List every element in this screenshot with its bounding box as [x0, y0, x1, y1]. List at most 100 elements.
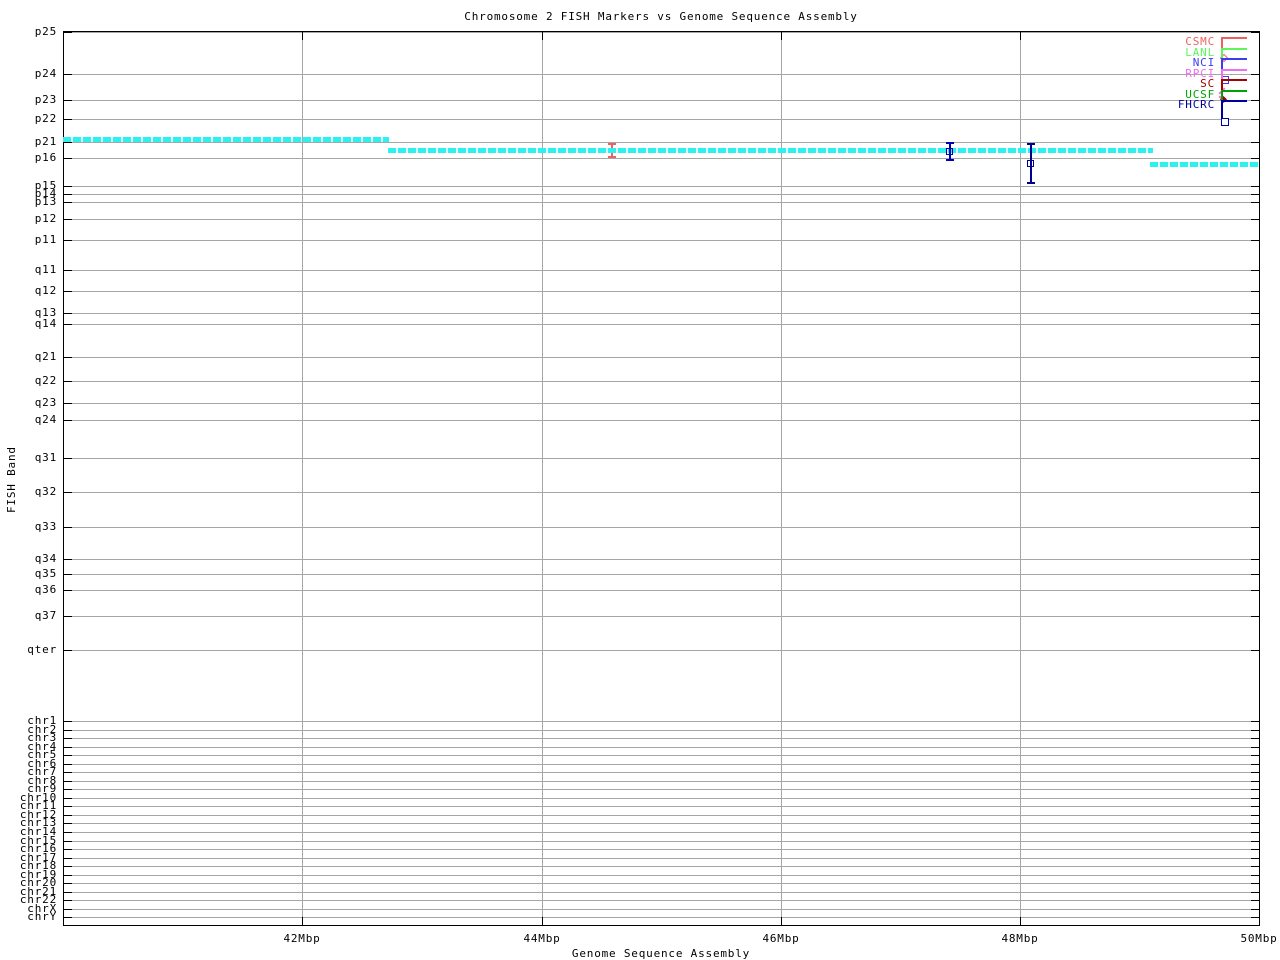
legend-sample-FHCRC [1221, 100, 1247, 126]
ytick-left-chr15 [64, 841, 72, 842]
ytick-label-p11: p11 [34, 233, 57, 246]
ytick-left-chr12 [64, 815, 72, 816]
ygridline-chr22 [64, 900, 1259, 901]
legend-line-SC [1221, 79, 1247, 81]
ygridline-p25 [64, 32, 1259, 33]
ytick-left-chr20 [64, 883, 72, 884]
ytick-right-chr12 [1251, 815, 1259, 816]
ytick-left-chr11 [64, 806, 72, 807]
ygridline-q37 [64, 616, 1259, 617]
xtick-top-50Mbp [1259, 32, 1260, 40]
legend-cap-left-NCI [1221, 60, 1223, 68]
legend-label-FHCRC: FHCRC [1177, 98, 1215, 111]
coverage-band-segment-2 [388, 148, 1153, 153]
ytick-left-chr10 [64, 798, 72, 799]
ytick-right-chr4 [1251, 747, 1259, 748]
ytick-left-q32 [64, 492, 72, 493]
ytick-right-p22 [1251, 119, 1259, 120]
ytick-left-q23 [64, 403, 72, 404]
ytick-right-q12 [1251, 291, 1259, 292]
xtick-bottom-48Mbp [1020, 917, 1021, 925]
ytick-right-chr7 [1251, 772, 1259, 773]
ygridline-chr1 [64, 721, 1259, 722]
ytick-right-chr21 [1251, 892, 1259, 893]
ygridline-p24 [64, 74, 1259, 75]
ytick-right-chr9 [1251, 789, 1259, 790]
legend-cap-left-SC [1221, 81, 1223, 89]
legend-sample-RPCI [1218, 69, 1247, 103]
ytick-right-chr19 [1251, 875, 1259, 876]
ytick-left-q24 [64, 420, 72, 421]
ytick-label-q14: q14 [34, 317, 57, 330]
xtick-label-48Mbp: 48Mbp [1001, 932, 1039, 945]
ygridline-chr6 [64, 764, 1259, 765]
coverage-band-segment-3 [1150, 162, 1259, 167]
ytick-right-chr18 [1251, 866, 1259, 867]
ytick-label-p21: p21 [34, 135, 57, 148]
xtick-bottom-44Mbp [542, 917, 543, 925]
ytick-left-chr14 [64, 832, 72, 833]
ytick-right-q22 [1251, 381, 1259, 382]
ytick-left-p25 [64, 32, 72, 33]
ytick-right-p14 [1251, 194, 1259, 195]
ygridline-chr14 [64, 832, 1259, 833]
legend-line-NCI [1221, 58, 1247, 60]
xgridline-46Mbp [781, 32, 782, 925]
ytick-right-q35 [1251, 574, 1259, 575]
ygridline-chr18 [64, 866, 1259, 867]
ytick-label-p16: p16 [34, 151, 57, 164]
ygridline-q31 [64, 458, 1259, 459]
ygridline-q34 [64, 559, 1259, 560]
ygridline-p23 [64, 100, 1259, 101]
ytick-left-chr16 [64, 849, 72, 850]
ytick-right-chr16 [1251, 849, 1259, 850]
ytick-left-chr6 [64, 764, 72, 765]
ygridline-p14 [64, 194, 1259, 195]
ytick-left-p13 [64, 202, 72, 203]
ytick-label-q12: q12 [34, 284, 57, 297]
ytick-label-p25: p25 [34, 25, 57, 38]
ytick-left-p22 [64, 119, 72, 120]
ytick-label-p23: p23 [34, 93, 57, 106]
legend-sample-UCSF [1221, 90, 1247, 116]
ytick-left-q34 [64, 559, 72, 560]
ytick-right-chr20 [1251, 883, 1259, 884]
ytick-left-q22 [64, 381, 72, 382]
ygridline-q35 [64, 574, 1259, 575]
xgridline-44Mbp [542, 32, 543, 925]
x-axis-title: Genome Sequence Assembly [571, 947, 751, 960]
ytick-right-chr17 [1251, 858, 1259, 859]
ytick-right-chr6 [1251, 764, 1259, 765]
xtick-bottom-46Mbp [781, 917, 782, 925]
ytick-left-chr19 [64, 875, 72, 876]
ytick-right-chr3 [1251, 738, 1259, 739]
plot-area-border [63, 31, 1260, 926]
ytick-right-chr11 [1251, 806, 1259, 807]
ytick-left-chr1 [64, 721, 72, 722]
xtick-bottom-42Mbp [302, 917, 303, 925]
ygridline-chr19 [64, 875, 1259, 876]
legend-cap-left-RPCI [1221, 71, 1223, 79]
ygridline-q23 [64, 403, 1259, 404]
ytick-left-chr13 [64, 823, 72, 824]
ygridline-chr16 [64, 849, 1259, 850]
ytick-right-q36 [1251, 590, 1259, 591]
ytick-right-q11 [1251, 270, 1259, 271]
ytick-left-q33 [64, 527, 72, 528]
ygridline-p11 [64, 240, 1259, 241]
ytick-left-q37 [64, 616, 72, 617]
ytick-label-q24: q24 [34, 413, 57, 426]
ytick-left-q14 [64, 324, 72, 325]
marker-cap-bottom-CSMC [608, 156, 616, 158]
ygridline-p13 [64, 202, 1259, 203]
legend-line-LANL [1221, 48, 1247, 50]
ytick-right-chr2 [1251, 730, 1259, 731]
legend-sample-NCI [1221, 58, 1247, 84]
ytick-left-q11 [64, 270, 72, 271]
legend-sample-LANL [1221, 48, 1247, 74]
ytick-right-chr15 [1251, 841, 1259, 842]
ytick-left-chr22 [64, 900, 72, 901]
ygridline-chr13 [64, 823, 1259, 824]
ytick-right-q33 [1251, 527, 1259, 528]
ytick-left-q31 [64, 458, 72, 459]
